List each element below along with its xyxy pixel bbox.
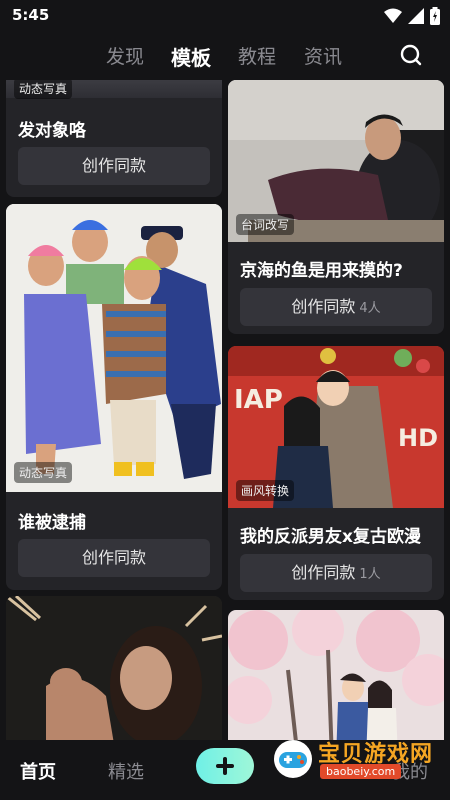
create-same-button[interactable]: 创作同款 1人 bbox=[240, 554, 432, 592]
tab-discover[interactable]: 发现 bbox=[106, 42, 144, 69]
template-title: 我的反派男友x复古欧漫 bbox=[240, 527, 421, 547]
cherry-blossom-image bbox=[228, 610, 444, 740]
template-tag: 画风转换 bbox=[236, 480, 295, 501]
svg-text:HD: HD bbox=[398, 424, 438, 452]
template-card[interactable]: 动态写真 发对象咯 创作同款 bbox=[6, 80, 222, 197]
template-card[interactable] bbox=[6, 596, 222, 740]
template-thumbnail[interactable] bbox=[6, 204, 222, 492]
tab-tutorials[interactable]: 教程 bbox=[238, 42, 276, 69]
nav-featured[interactable]: 精选 bbox=[108, 758, 144, 784]
template-card[interactable]: 动态写真 谁被逮捕 创作同款 bbox=[6, 204, 222, 590]
group-photo-image bbox=[6, 204, 222, 492]
user-count: 1人 bbox=[359, 567, 381, 582]
user-count: 4人 bbox=[359, 301, 381, 316]
watermark-url: baobeiy.com bbox=[320, 764, 402, 779]
template-title: 发对象咯 bbox=[18, 121, 86, 141]
create-same-label: 创作同款 bbox=[81, 548, 146, 567]
template-thumbnail[interactable] bbox=[6, 596, 222, 740]
create-same-label: 创作同款 bbox=[291, 297, 356, 316]
plus-icon bbox=[216, 757, 234, 775]
status-icons bbox=[384, 7, 440, 25]
gamepad-logo-icon bbox=[274, 740, 312, 778]
watermark: 宝贝游戏网 baobeiy.com bbox=[272, 736, 444, 784]
create-same-label: 创作同款 bbox=[291, 563, 356, 582]
create-plus-button[interactable] bbox=[196, 748, 254, 784]
create-same-label: 创作同款 bbox=[81, 156, 146, 175]
svg-text:IAP: IAP bbox=[234, 385, 283, 415]
search-icon[interactable] bbox=[398, 42, 424, 68]
template-tag: 动态写真 bbox=[14, 80, 73, 99]
signal-icon bbox=[408, 8, 424, 24]
create-same-button[interactable]: 创作同款 bbox=[18, 147, 210, 185]
top-nav: 发现 模板 教程 资讯 bbox=[0, 36, 450, 76]
portrait-image bbox=[6, 596, 222, 740]
tab-templates[interactable]: 模板 bbox=[171, 42, 211, 71]
create-same-button[interactable]: 创作同款 bbox=[18, 539, 210, 577]
status-time: 5:45 bbox=[12, 6, 50, 24]
template-card[interactable]: 台词改写 京海的鱼是用来摸的? 创作同款 4人 bbox=[228, 80, 444, 334]
wifi-icon bbox=[384, 8, 402, 23]
template-card[interactable] bbox=[228, 610, 444, 740]
tab-news[interactable]: 资讯 bbox=[304, 42, 342, 69]
template-tag: 台词改写 bbox=[236, 214, 295, 235]
template-card[interactable]: IAP HD 画风转换 我的反派男友x复古欧漫 创作同款 1人 bbox=[228, 346, 444, 600]
battery-icon bbox=[430, 7, 440, 25]
template-title: 京海的鱼是用来摸的? bbox=[240, 261, 403, 281]
template-thumbnail[interactable] bbox=[228, 610, 444, 740]
create-same-button[interactable]: 创作同款 4人 bbox=[240, 288, 432, 326]
nav-home[interactable]: 首页 bbox=[20, 758, 56, 784]
template-title: 谁被逮捕 bbox=[18, 513, 86, 533]
template-tag: 动态写真 bbox=[14, 462, 73, 483]
template-feed[interactable]: 动态写真 发对象咯 创作同款 台词改写 京海的鱼是用来摸的? 创作同款 4人 动… bbox=[0, 80, 450, 740]
status-bar: 5:45 bbox=[0, 0, 450, 32]
